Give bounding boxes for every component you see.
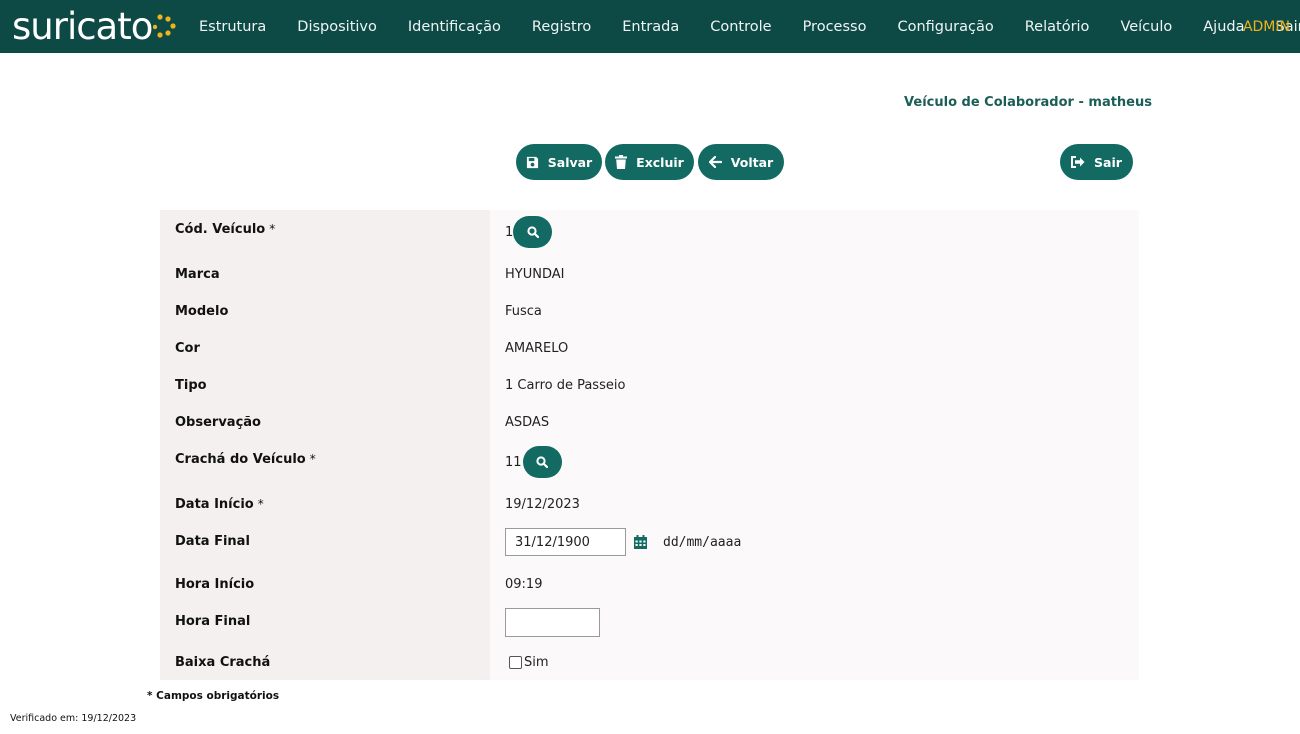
exit-label: Sair — [1094, 154, 1122, 170]
required-fields-note: * Campos obrigatórios — [147, 690, 280, 702]
sign-out-icon — [1071, 156, 1085, 168]
main-menu: Estrutura Dispositivo Identificação Regi… — [199, 0, 1300, 53]
cor-value: AMARELO — [505, 341, 569, 356]
arrow-left-icon — [708, 156, 722, 168]
search-icon — [527, 226, 539, 238]
cracha-text: 11 — [505, 454, 522, 470]
logo-dots-icon — [153, 14, 176, 38]
menu-item-registro[interactable]: Registro — [532, 19, 591, 35]
data-final-label: Data Final — [175, 534, 250, 549]
save-label: Salvar — [547, 154, 593, 170]
trash-icon — [615, 155, 628, 169]
observacao-label: Observação — [175, 415, 261, 430]
user-label: ADMIN — [1242, 18, 1290, 35]
cod-veiculo-label: Cód. Veículo * — [175, 222, 276, 237]
hora-inicio-label: Hora Início — [175, 577, 255, 592]
cod-veiculo-text: 1 — [505, 224, 514, 240]
back-label: Voltar — [730, 154, 774, 170]
save-icon — [526, 156, 538, 168]
marca-value: HYUNDAI — [505, 267, 565, 282]
calendar-icon[interactable] — [634, 535, 647, 549]
vehicle-form: Cód. Veículo * 1 Marca HYUNDAI Modelo Fus… — [160, 210, 1139, 680]
data-final-row: dd/mm/aaaa — [505, 528, 741, 556]
search-vehicle-button[interactable] — [513, 216, 553, 248]
suricato-logo[interactable]: suricato — [12, 4, 179, 48]
menu-item-veiculo[interactable]: Veículo — [1120, 19, 1172, 35]
data-inicio-label: Data Início * — [175, 497, 264, 512]
tipo-label: Tipo — [175, 378, 207, 393]
top-navbar: suricato Estrutura Dispositivo Identific… — [0, 0, 1300, 53]
logo-text: suricato — [12, 4, 153, 48]
baixa-cracha-label: Baixa Crachá — [175, 655, 271, 670]
verified-date: Verificado em: 19/12/2023 — [10, 713, 137, 724]
cracha-label: Crachá do Veículo * — [175, 452, 316, 467]
cod-veiculo-value: 1 — [505, 216, 553, 248]
save-button[interactable]: Salvar — [516, 144, 602, 180]
menu-item-estrutura[interactable]: Estrutura — [199, 19, 266, 35]
menu-item-identificacao[interactable]: Identificação — [408, 19, 501, 35]
menu-item-ajuda[interactable]: Ajuda — [1203, 19, 1244, 35]
menu-item-entrada[interactable]: Entrada — [622, 19, 679, 35]
data-inicio-value: 19/12/2023 — [505, 497, 580, 512]
tipo-value: 1 Carro de Passeio — [505, 378, 626, 393]
data-final-input[interactable] — [505, 528, 626, 556]
modelo-value: Fusca — [505, 304, 542, 319]
observacao-value: ASDAS — [505, 415, 550, 430]
modelo-label: Modelo — [175, 304, 229, 319]
delete-button[interactable]: Excluir — [605, 144, 694, 180]
hora-final-input[interactable] — [505, 608, 600, 637]
menu-item-processo[interactable]: Processo — [803, 19, 867, 35]
marca-label: Marca — [175, 267, 220, 282]
delete-label: Excluir — [636, 154, 684, 170]
hora-final-row — [505, 608, 600, 637]
hora-final-label: Hora Final — [175, 614, 251, 629]
page-title: Veículo de Colaborador - matheus — [904, 95, 1152, 110]
hora-inicio-value: 09:19 — [505, 577, 543, 592]
cracha-value: 11 — [505, 446, 562, 478]
back-button[interactable]: Voltar — [698, 144, 784, 180]
search-badge-button[interactable] — [522, 446, 562, 478]
menu-item-dispositivo[interactable]: Dispositivo — [297, 19, 377, 35]
baixa-cracha-row: Sim — [505, 655, 549, 670]
search-icon — [536, 456, 549, 468]
menu-item-configuracao[interactable]: Configuração — [897, 19, 993, 35]
cor-label: Cor — [175, 341, 200, 356]
menu-item-controle[interactable]: Controle — [710, 19, 771, 35]
baixa-cracha-option[interactable]: Sim — [524, 655, 549, 670]
date-format-hint: dd/mm/aaaa — [663, 534, 742, 550]
exit-button[interactable]: Sair — [1060, 144, 1133, 180]
menu-item-relatorio[interactable]: Relatório — [1025, 19, 1090, 35]
baixa-cracha-checkbox[interactable] — [509, 656, 522, 669]
